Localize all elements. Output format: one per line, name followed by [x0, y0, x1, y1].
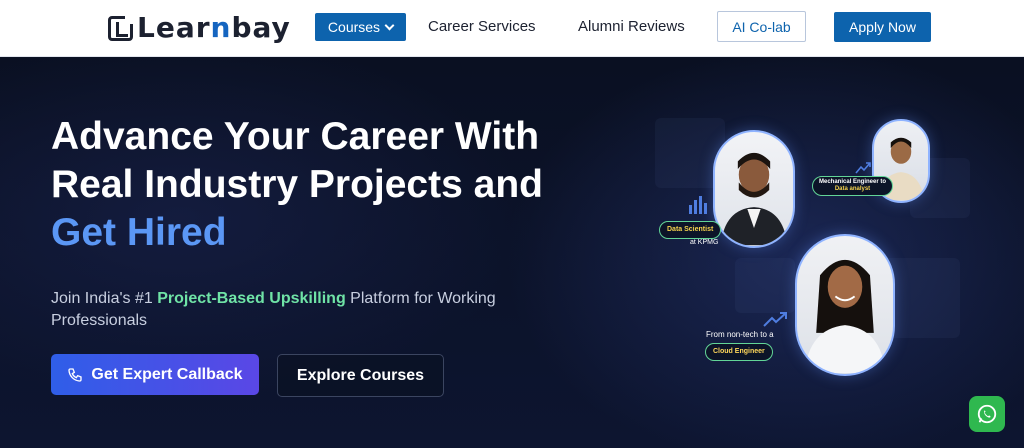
logo-mark-icon — [108, 15, 133, 41]
trend-up-icon — [763, 312, 787, 327]
explore-courses-button[interactable]: Explore Courses — [277, 354, 444, 397]
phone-icon — [68, 367, 83, 382]
hero-title-highlight: Get Hired — [51, 211, 227, 254]
hero-section: Advance Your Career With Real Industry P… — [0, 58, 1024, 448]
callback-label: Get Expert Callback — [91, 365, 243, 383]
hero-title: Advance Your Career With Real Industry P… — [51, 113, 611, 257]
learnbay-logo[interactable]: Learnbay — [108, 11, 291, 45]
hero-title-line-1: Advance Your Career With — [51, 115, 540, 158]
hero-title-line-2: Real Industry Projects and — [51, 163, 543, 206]
badge-cloud-engineer: Cloud Engineer — [705, 343, 773, 361]
background-decoration — [735, 258, 795, 313]
caption-non-tech: From non-tech to a — [706, 330, 774, 339]
whatsapp-icon — [977, 404, 997, 424]
trend-up-icon — [855, 162, 871, 174]
chevron-down-icon — [384, 20, 395, 30]
bar-chart-icon — [689, 196, 707, 214]
apply-now-button[interactable]: Apply Now — [834, 12, 931, 42]
get-expert-callback-button[interactable]: Get Expert Callback — [51, 354, 259, 395]
testimonial-photo-data-scientist — [713, 130, 795, 248]
whatsapp-chat-button[interactable] — [969, 396, 1005, 432]
caption-kpmg: at KPMG — [690, 239, 719, 246]
testimonial-photo-cloud-engineer — [795, 234, 895, 376]
ai-colab-button[interactable]: AI Co-lab — [717, 11, 806, 42]
badge-data-scientist: Data Scientist — [659, 221, 722, 239]
nav-alumni-reviews[interactable]: Alumni Reviews — [578, 17, 685, 37]
nav-career-services[interactable]: Career Services — [428, 17, 536, 37]
courses-dropdown-button[interactable]: Courses — [315, 13, 406, 41]
courses-label: Courses — [327, 19, 381, 35]
badge-mechanical-to-data-analyst: Mechanical Engineer to Data analyst — [812, 176, 894, 196]
logo-text: Learnbay — [137, 11, 291, 44]
hero-subtitle: Join India's #1 Project-Based Upskilling… — [51, 290, 496, 329]
top-nav-bar: Learnbay Courses Career Services Alumni … — [0, 0, 1024, 57]
